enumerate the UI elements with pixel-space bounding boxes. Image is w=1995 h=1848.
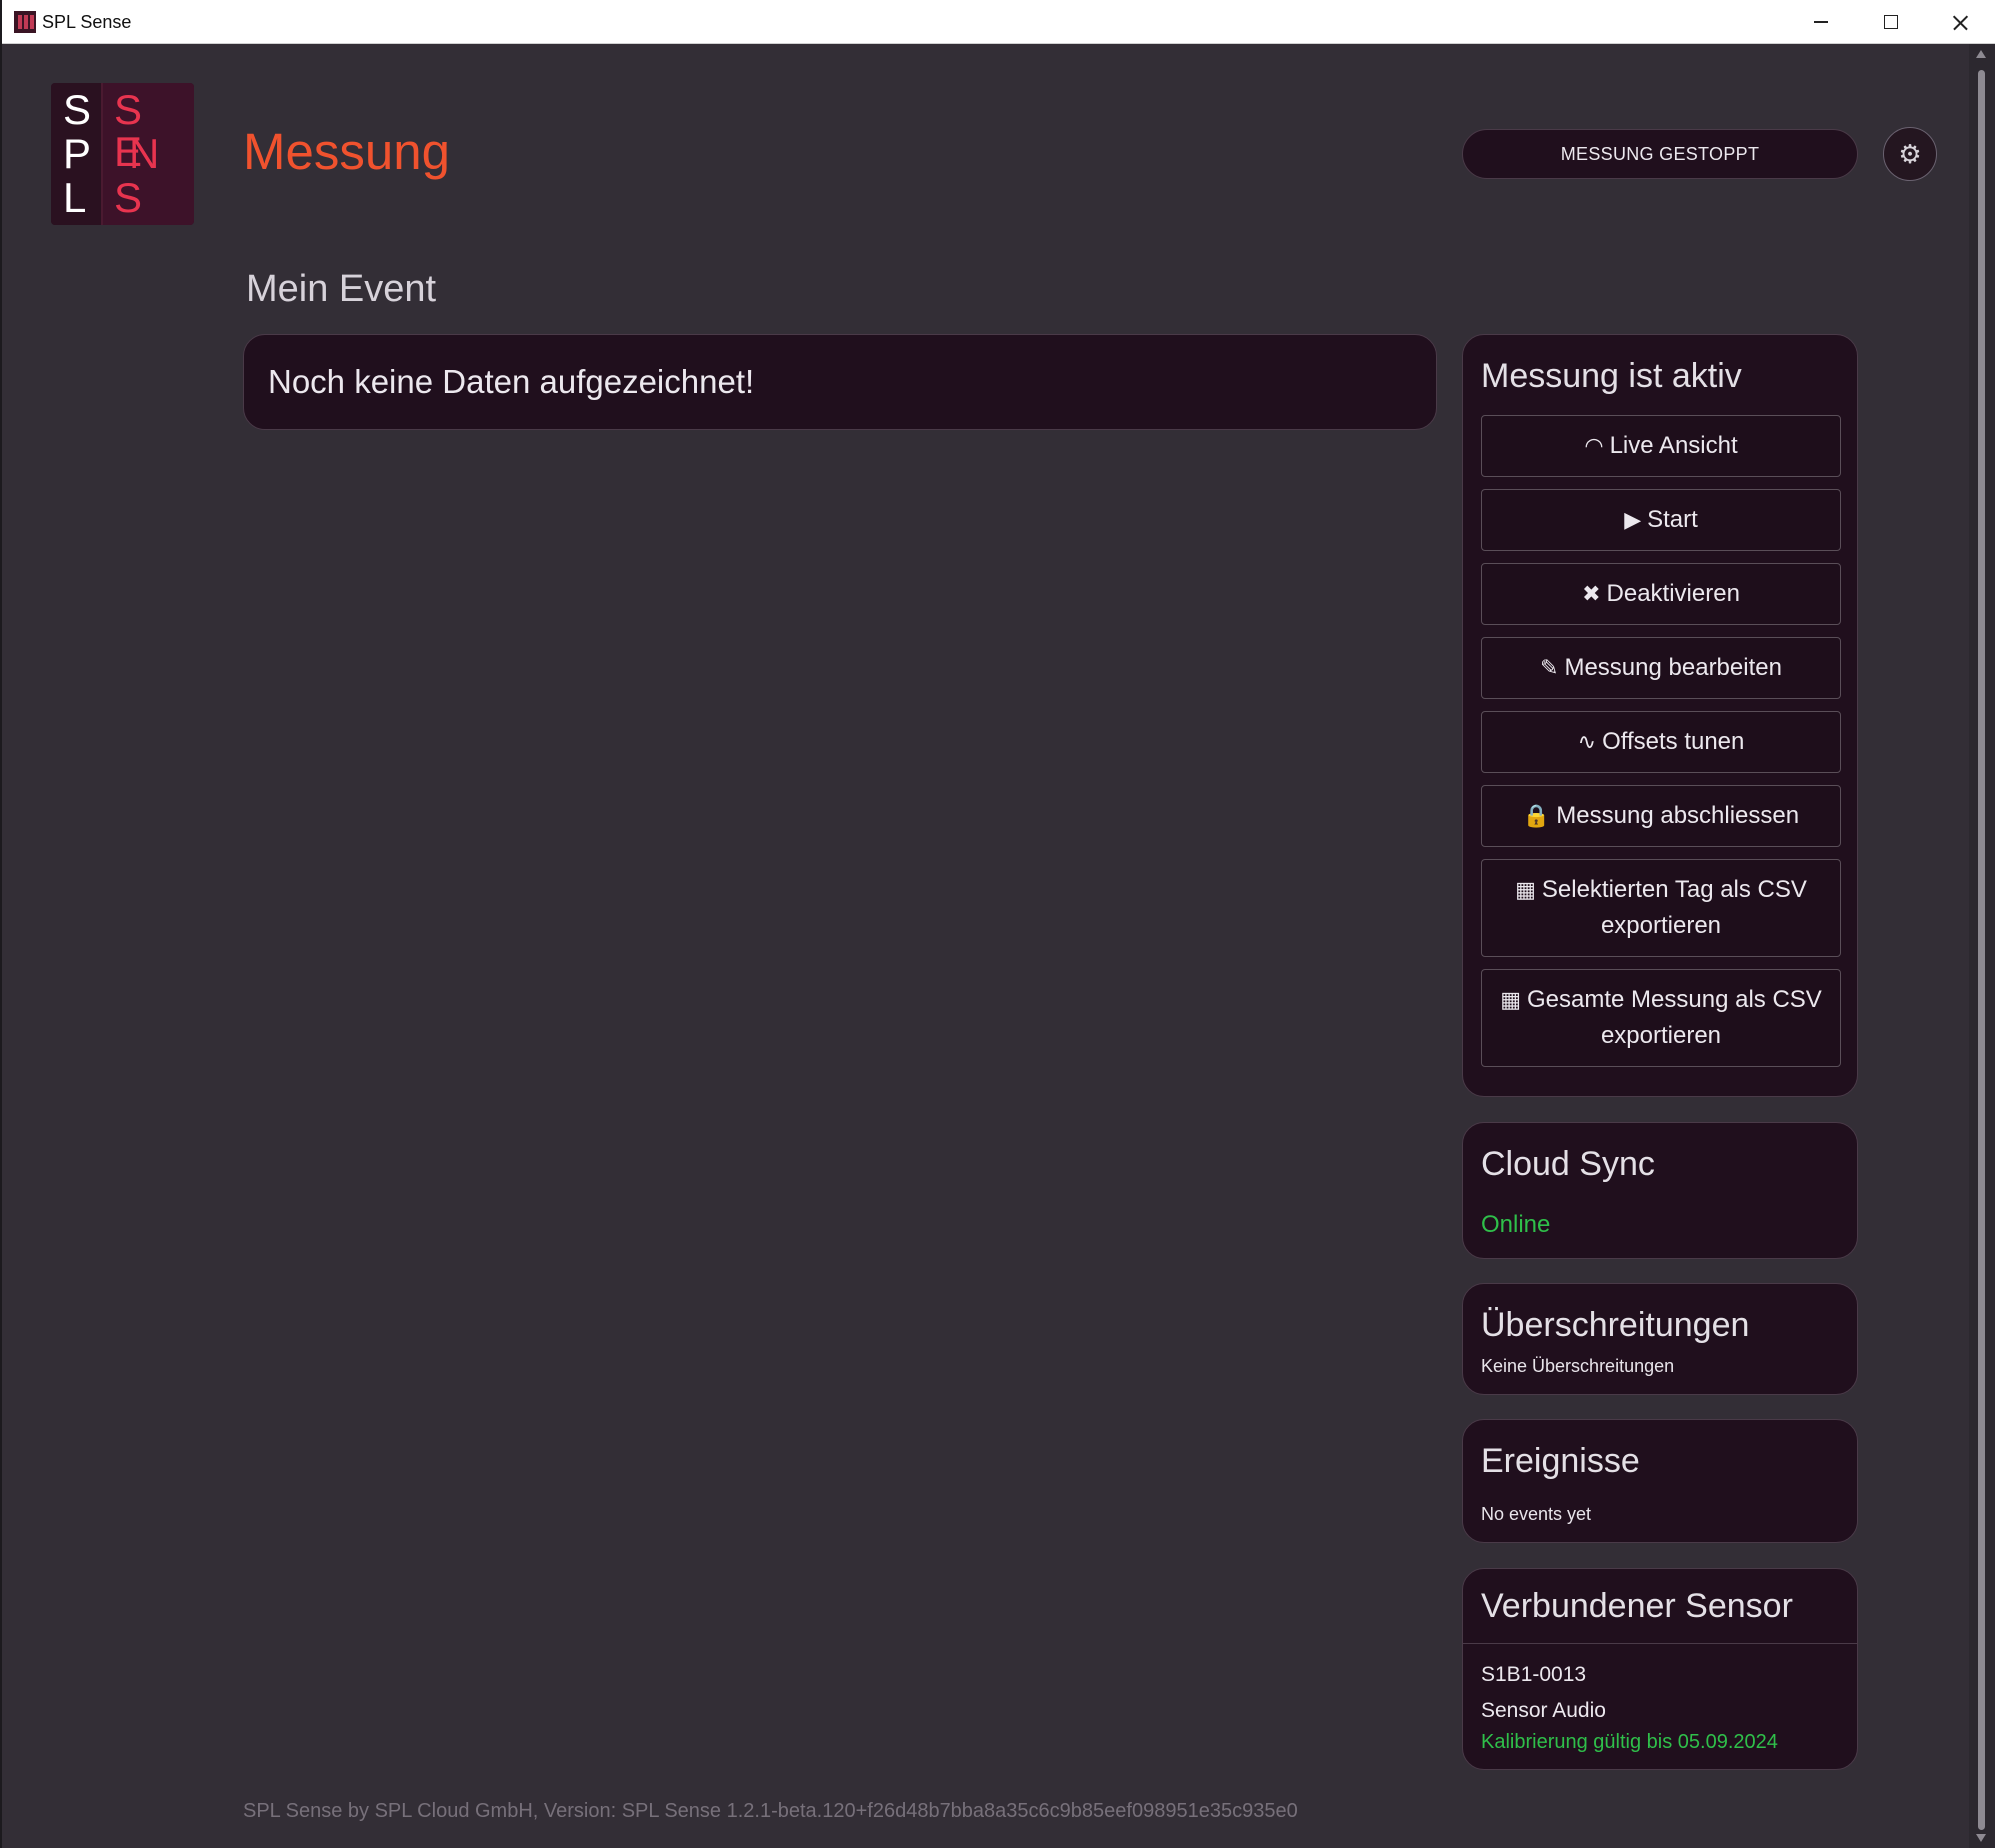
maximize-button[interactable] — [1855, 0, 1925, 44]
title-bar: SPL Sense — [0, 0, 1995, 44]
start-button[interactable]: ▶ Start — [1481, 489, 1841, 551]
export-day-csv-label: Selektierten Tag als CSV exportieren — [1541, 876, 1807, 939]
actions-panel-title: Messung ist aktiv — [1481, 357, 1742, 395]
logo-letter-p: P — [63, 130, 92, 177]
gauge-icon: ◠ — [1584, 433, 1604, 458]
export-all-csv-text: ▦ Gesamte Messung als CSV exportieren — [1498, 982, 1824, 1054]
sensor-calibration: Kalibrierung gültig bis 05.09.2024 — [1481, 1731, 1778, 1753]
tune-offsets-button[interactable]: ∿ Offsets tunen — [1481, 711, 1841, 773]
edit-measurement-button[interactable]: ✎ Messung bearbeiten — [1481, 637, 1841, 699]
live-view-button[interactable]: ◠ Live Ansicht — [1481, 415, 1841, 477]
sensor-id: S1B1-0013 — [1481, 1663, 1587, 1686]
window-border — [0, 0, 2, 1848]
spl-sense-logo: S P L S E N S E — [51, 83, 194, 225]
start-label: Start — [1647, 506, 1698, 533]
sensor-type: Sensor Audio — [1481, 1699, 1606, 1722]
tune-offsets-label: Offsets tunen — [1602, 728, 1745, 755]
cloud-sync-panel: Cloud Sync Online — [1462, 1122, 1858, 1259]
gear-icon: ⚙ — [1898, 139, 1922, 169]
app-icon — [14, 11, 36, 33]
connected-sensor-panel: Verbundener Sensor S1B1-0013 Sensor Audi… — [1462, 1568, 1858, 1770]
edit-measurement-label: Messung bearbeiten — [1564, 654, 1782, 681]
export-all-csv-button[interactable]: ▦ Gesamte Messung als CSV exportieren — [1481, 969, 1841, 1067]
pencil-icon: ✎ — [1540, 655, 1559, 680]
waveform-icon: ∿ — [1577, 729, 1597, 754]
scroll-down-arrow-icon[interactable] — [1976, 1834, 1986, 1842]
measurement-actions-panel: Messung ist aktiv ◠ Live Ansicht ▶ Start… — [1462, 334, 1858, 1097]
page-title: Messung — [243, 123, 450, 180]
close-icon: ✖ — [1582, 581, 1601, 606]
empty-data-message: Noch keine Daten aufgezeichnet! — [268, 363, 755, 400]
table-icon: ▦ — [1500, 987, 1521, 1012]
events-text: No events yet — [1481, 1504, 1592, 1524]
live-view-label: Live Ansicht — [1609, 432, 1738, 459]
deactivate-label: Deaktivieren — [1606, 580, 1740, 607]
exceedances-text: Keine Überschreitungen — [1481, 1356, 1675, 1376]
logo-row-se-bottom: S E — [114, 174, 155, 226]
export-all-csv-label: Gesamte Messung als CSV exportieren — [1527, 986, 1822, 1049]
measurement-status-button[interactable]: MESSUNG GESTOPPT — [1462, 129, 1858, 179]
deactivate-button[interactable]: ✖ Deaktivieren — [1481, 563, 1841, 625]
minimize-button[interactable] — [1785, 0, 1855, 44]
exceedances-title: Überschreitungen — [1481, 1306, 1750, 1344]
logo-letter-l: L — [63, 174, 87, 221]
scroll-up-arrow-icon[interactable] — [1976, 50, 1986, 58]
logo-row-n: N — [129, 130, 160, 177]
vertical-scrollbar[interactable] — [1969, 44, 1995, 1848]
scroll-thumb[interactable] — [1978, 70, 1985, 1830]
divider — [1463, 1643, 1857, 1644]
cloud-sync-title: Cloud Sync — [1481, 1145, 1655, 1183]
export-day-csv-button[interactable]: ▦ Selektierten Tag als CSV exportieren — [1481, 859, 1841, 957]
window-title: SPL Sense — [42, 12, 132, 32]
logo-letter-s: S — [63, 86, 92, 133]
settings-button[interactable]: ⚙ — [1883, 127, 1937, 181]
lock-icon: 🔒 — [1522, 803, 1551, 828]
table-icon: ▦ — [1515, 877, 1536, 902]
close-measurement-button[interactable]: 🔒 Messung abschliessen — [1481, 785, 1841, 847]
sensor-title: Verbundener Sensor — [1481, 1587, 1793, 1625]
data-panel: Noch keine Daten aufgezeichnet! — [243, 334, 1437, 430]
close-window-button[interactable] — [1925, 0, 1995, 44]
events-panel: Ereignisse No events yet — [1462, 1419, 1858, 1543]
event-name: Mein Event — [246, 268, 437, 310]
close-measurement-label: Messung abschliessen — [1556, 802, 1800, 829]
cloud-sync-status: Online — [1481, 1211, 1551, 1238]
exceedances-panel: Überschreitungen Keine Überschreitungen — [1462, 1283, 1858, 1395]
events-title: Ereignisse — [1481, 1442, 1640, 1480]
play-icon: ▶ — [1624, 507, 1642, 532]
footer-version: SPL Sense by SPL Cloud GmbH, Version: SP… — [243, 1800, 1298, 1822]
export-day-csv-text: ▦ Selektierten Tag als CSV exportieren — [1498, 872, 1824, 944]
